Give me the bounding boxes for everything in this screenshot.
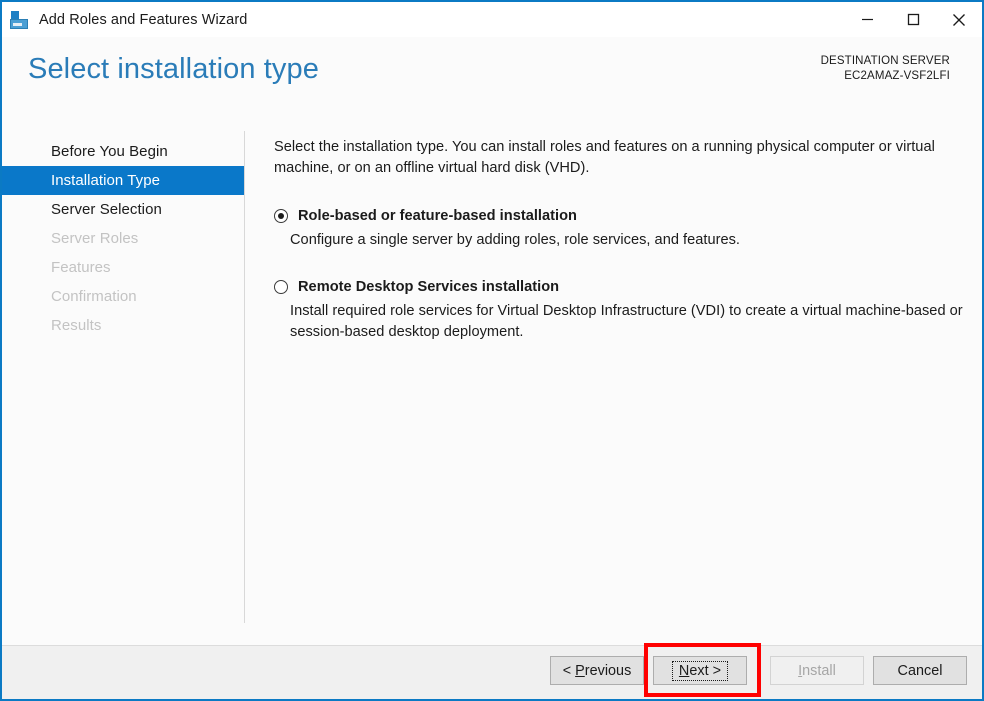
sidebar-item-confirmation: Confirmation [51,288,137,305]
option-role-based[interactable]: Role-based or feature-based installation… [274,206,962,251]
option-role-based-label: Role-based or feature-based installation [298,208,577,224]
sidebar-item-server-roles: Server Roles [51,230,139,247]
title-bar: Add Roles and Features Wizard [2,2,982,37]
sidebar-item-before-you-begin[interactable]: Before You Begin [2,137,244,166]
server-roles-icon [10,10,30,29]
page-title: Select installation type [28,53,319,85]
content-pane: Select the installation type. You can in… [274,137,963,343]
destination-server-label: DESTINATION SERVER [820,55,950,67]
window-title: Add Roles and Features Wizard [39,11,248,28]
add-roles-wizard-window: Add Roles and Features Wizard Select ins… [0,0,984,701]
option-remote-desktop-services-description: Install required role services for Virtu… [290,303,963,340]
footer-bar: < Previous Next > Install Cancel [2,643,982,699]
nav-separator [244,131,245,623]
install-button-label: Install [798,662,836,679]
cancel-button[interactable]: Cancel [873,656,967,685]
page-header: Select installation type DESTINATION SER… [2,37,982,117]
option-role-based-description: Configure a single server by adding role… [290,232,741,248]
wizard-body: Before You Begin Installation Type Serve… [2,117,982,645]
sidebar-item-installation-type[interactable]: Installation Type [2,166,244,195]
radio-role-based-icon[interactable] [274,209,288,223]
install-button: Install [770,656,864,685]
previous-button[interactable]: < Previous [550,656,644,685]
close-icon[interactable] [936,2,982,37]
minimize-icon[interactable] [844,2,890,37]
maximize-icon[interactable] [890,2,936,37]
next-button-label: Next > [671,660,729,681]
previous-button-label: < Previous [562,662,632,679]
destination-server-block: DESTINATION SERVER EC2AMAZ-VSF2LFI [821,54,950,84]
sidebar-item-features: Features [51,259,111,276]
next-button[interactable]: Next > [653,656,747,685]
option-remote-desktop-services[interactable]: Remote Desktop Services installation Ins… [274,277,963,343]
intro-text: Select the installation type. You can in… [274,139,935,176]
sidebar-item-server-selection[interactable]: Server Selection [2,195,244,224]
next-button-wrapper: Next > [644,643,761,697]
wizard-step-nav: Before You Begin Installation Type Serve… [2,137,244,340]
window-controls [844,2,982,37]
wizard-button-row: < Previous Next > Install Cancel [550,643,967,697]
sidebar-item-results: Results [51,317,102,334]
destination-server-name: EC2AMAZ-VSF2LFI [844,70,950,82]
radio-remote-desktop-services-icon[interactable] [274,280,288,294]
option-remote-desktop-services-label: Remote Desktop Services installation [298,279,560,295]
cancel-button-label: Cancel [897,662,943,679]
